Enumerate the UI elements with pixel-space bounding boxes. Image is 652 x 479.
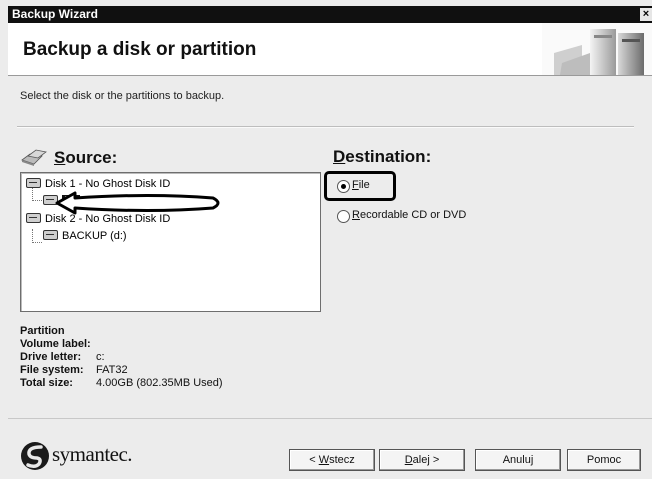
next-button[interactable]: Dalej > [379,449,465,471]
drive-letter-value: c: [96,351,105,363]
disk1-label: Disk 1 - No Ghost Disk ID [45,178,171,190]
divider [8,418,652,419]
file-accel: F [352,179,359,191]
back-accel: W [318,454,330,466]
source-label: ource: [65,148,118,167]
file-label: ile [358,179,370,191]
radio-file-label[interactable]: File [352,179,370,191]
recordable-accel: R [352,209,360,221]
destination-accel: D [333,147,346,166]
tree-node-partition-d[interactable]: BACKUP (d:) [43,229,127,243]
brand-text: symantec. [52,442,133,466]
symantec-logo: symantec. [20,441,133,476]
volume-label-key: Volume label: [20,338,91,350]
partition-heading: Partition [20,325,65,337]
title-bar[interactable]: Backup Wizard × [8,6,652,23]
back-label: stecz [329,454,355,466]
radio-recordable-cd[interactable] [337,210,350,223]
page-title: Backup a disk or partition [23,39,257,60]
radio-recordable-cd-label[interactable]: Recordable CD or DVD [352,209,466,221]
backup-wizard-window: Backup Wizard × Backup a disk or partiti… [0,0,652,479]
tree-node-disk1[interactable]: Disk 1 - No Ghost Disk ID [26,177,170,191]
file-system-value: FAT32 [96,364,128,376]
source-heading: Source: [20,146,117,168]
total-size-value: 4.00GB (802.35MB Used) [96,377,223,389]
back-pre: < [309,454,319,466]
total-size-key: Total size: [20,377,73,389]
help-button[interactable]: Pomoc [567,449,641,471]
drive-letter-key: Drive letter: [20,351,82,363]
arrow-annotation-icon [55,191,220,215]
cancel-button[interactable]: Anuluj [475,449,561,471]
radio-file[interactable] [337,180,350,193]
back-button[interactable]: < Wstecz [289,449,375,471]
recordable-label: ecordable CD or DVD [359,209,467,221]
tree-line [32,242,42,243]
destination-heading: Destination: [333,147,431,167]
destination-label: estination: [345,147,432,166]
tree-line [32,229,33,243]
instruction-text: Select the disk or the partitions to bac… [20,90,225,102]
computer-illustration-icon [542,23,652,75]
tree-line [32,200,42,201]
disk-icon [26,178,41,188]
file-system-key: File system: [20,364,84,376]
disk-icon [26,213,41,223]
partition-d-label: BACKUP (d:) [62,230,127,242]
symantec-logo-icon [21,442,49,470]
wizard-header: Backup a disk or partition [8,23,652,76]
partition-icon [43,230,58,240]
disks-icon [21,149,47,166]
window-title: Backup Wizard [12,7,98,21]
next-label: alej > [412,454,440,466]
next-accel: D [404,454,413,466]
divider [17,126,634,128]
source-accel: S [54,148,66,167]
close-icon[interactable]: × [640,8,652,21]
